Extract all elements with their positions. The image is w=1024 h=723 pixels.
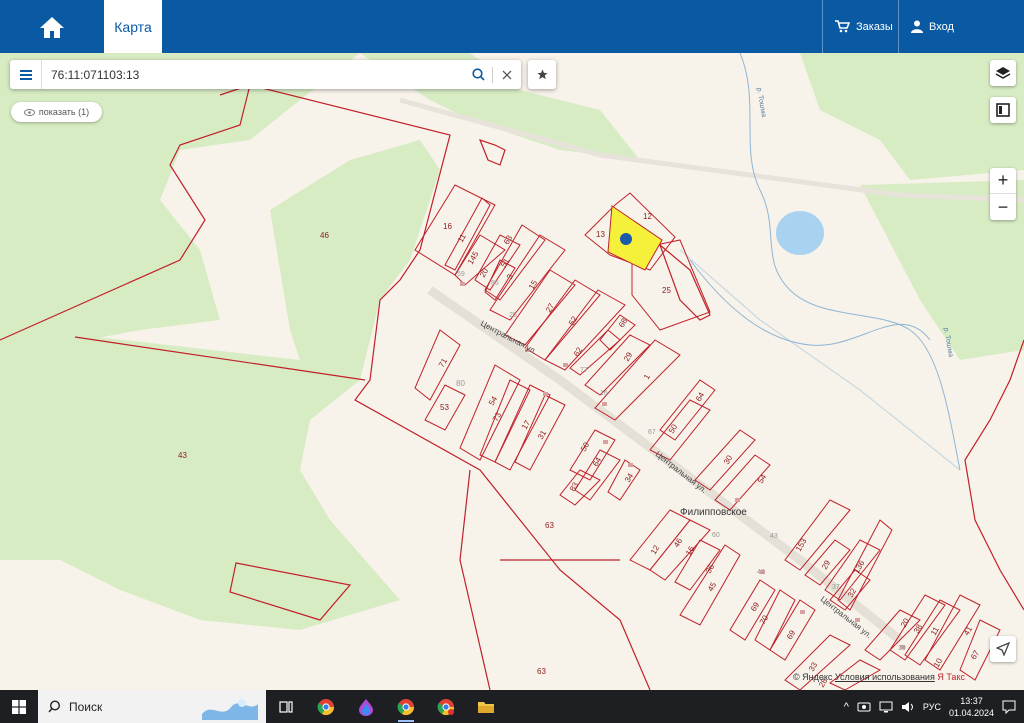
notifications-icon[interactable] — [1002, 700, 1016, 714]
tab-map[interactable]: Карта — [104, 0, 162, 53]
windows-logo-icon — [12, 699, 26, 714]
taskbar-app-drop[interactable] — [346, 690, 386, 723]
user-icon — [911, 20, 923, 33]
house-number: 85 — [491, 280, 499, 287]
language-indicator[interactable]: РУС — [923, 702, 941, 712]
map-attribution: © Яндекс Условия использования Я Такс — [793, 672, 965, 682]
house-number: 77 — [580, 367, 588, 374]
taskbar-app-explorer[interactable] — [466, 690, 506, 723]
top-header: Карта Заказы Вход — [0, 0, 1024, 53]
locate-button[interactable] — [990, 636, 1016, 662]
yandex-copyright: © Яндекс — [793, 672, 833, 682]
chrome-icon — [317, 698, 335, 715]
frame-icon — [996, 103, 1010, 117]
village-label: Филипповское — [680, 507, 747, 518]
close-icon — [502, 70, 512, 79]
drop-app-icon — [359, 698, 373, 716]
search-icon — [48, 700, 61, 713]
zoom-out-button[interactable]: − — [990, 194, 1016, 220]
taskbar-app-chrome-profile[interactable] — [426, 690, 466, 723]
parcel-label: 25 — [662, 286, 671, 295]
search-bar — [10, 60, 521, 89]
house-number: 67 — [648, 429, 656, 436]
cart-icon — [835, 20, 850, 33]
zoom-controls: + − — [990, 168, 1016, 220]
orders-label: Заказы — [856, 20, 893, 33]
zoom-in-button[interactable]: + — [990, 168, 1016, 194]
folder-icon — [478, 701, 494, 713]
home-icon — [40, 16, 64, 38]
house-number: 43 — [770, 533, 778, 540]
clock-date: 01.04.2024 — [948, 707, 994, 718]
task-view-icon — [279, 700, 293, 713]
house-number: 59 — [457, 271, 465, 278]
chrome-icon — [437, 698, 455, 715]
login-label: Вход — [929, 20, 954, 33]
house-number: 25 — [509, 312, 517, 319]
star-icon — [536, 69, 548, 80]
show-results-button[interactable]: показать (1) — [11, 102, 102, 122]
house-number: 19 — [898, 645, 906, 652]
menu-button[interactable] — [10, 60, 42, 89]
house-number: 37 — [832, 584, 840, 591]
frame-button[interactable] — [990, 97, 1016, 123]
chrome-icon — [397, 698, 415, 715]
search-button[interactable] — [464, 60, 492, 89]
terms-link[interactable]: Условия использования — [835, 672, 935, 682]
windows-taskbar: Поиск ^ РУС 13:37 01.04.2024 — [0, 690, 1024, 723]
orders-button[interactable]: Заказы — [822, 0, 898, 53]
search-icon — [471, 68, 485, 81]
parcel-label: 12 — [643, 212, 652, 221]
taskbar-app-chrome-active[interactable] — [386, 690, 426, 723]
start-button[interactable] — [0, 690, 38, 723]
task-view-button[interactable] — [266, 690, 306, 723]
layers-icon — [995, 67, 1011, 79]
parcel-label: 43 — [178, 451, 187, 460]
search-input[interactable] — [42, 67, 464, 82]
cadastral-map[interactable]: 16 11 63 145 20 51 3 15 27 52 62 68 29 1… — [0, 53, 1024, 690]
parcel-label: 16 — [443, 222, 452, 231]
menu-icon — [19, 69, 32, 80]
map-canvas: 16 11 63 145 20 51 3 15 27 52 62 68 29 1… — [0, 53, 1024, 690]
search-highlight-image — [202, 699, 258, 720]
parcel-label: 13 — [596, 230, 605, 239]
clear-button[interactable] — [493, 60, 521, 89]
show-results-label: показать (1) — [38, 107, 90, 117]
speaker-icon[interactable] — [901, 701, 915, 713]
chevron-up-icon[interactable]: ^ — [844, 701, 849, 713]
parcel-label: 53 — [440, 403, 449, 412]
taskbar-search[interactable]: Поиск — [38, 690, 266, 723]
home-button[interactable] — [0, 0, 104, 53]
taskbar-search-label: Поиск — [69, 699, 103, 714]
system-tray: ^ РУС 13:37 01.04.2024 — [844, 695, 1024, 719]
parcel-label: 63 — [545, 521, 554, 530]
eye-icon — [23, 108, 35, 116]
layers-button[interactable] — [990, 60, 1016, 86]
clock[interactable]: 13:37 01.04.2024 — [949, 695, 994, 719]
meet-now-icon[interactable] — [857, 701, 871, 713]
attribution-trail: Я Такс — [937, 672, 965, 682]
clock-time: 13:37 — [960, 695, 983, 706]
parcel-label: 46 — [320, 231, 329, 240]
house-number: 42 — [757, 569, 765, 576]
login-button[interactable]: Вход — [898, 0, 1024, 53]
parcel-label: 63 — [537, 667, 546, 676]
favorite-button[interactable] — [528, 60, 556, 89]
navigation-arrow-icon — [996, 642, 1010, 656]
taskbar-app-chrome[interactable] — [306, 690, 346, 723]
network-icon[interactable] — [879, 701, 893, 713]
house-number: 16 — [600, 390, 608, 397]
house-number: 60 — [712, 532, 720, 539]
parcel-label: 80 — [456, 379, 465, 388]
